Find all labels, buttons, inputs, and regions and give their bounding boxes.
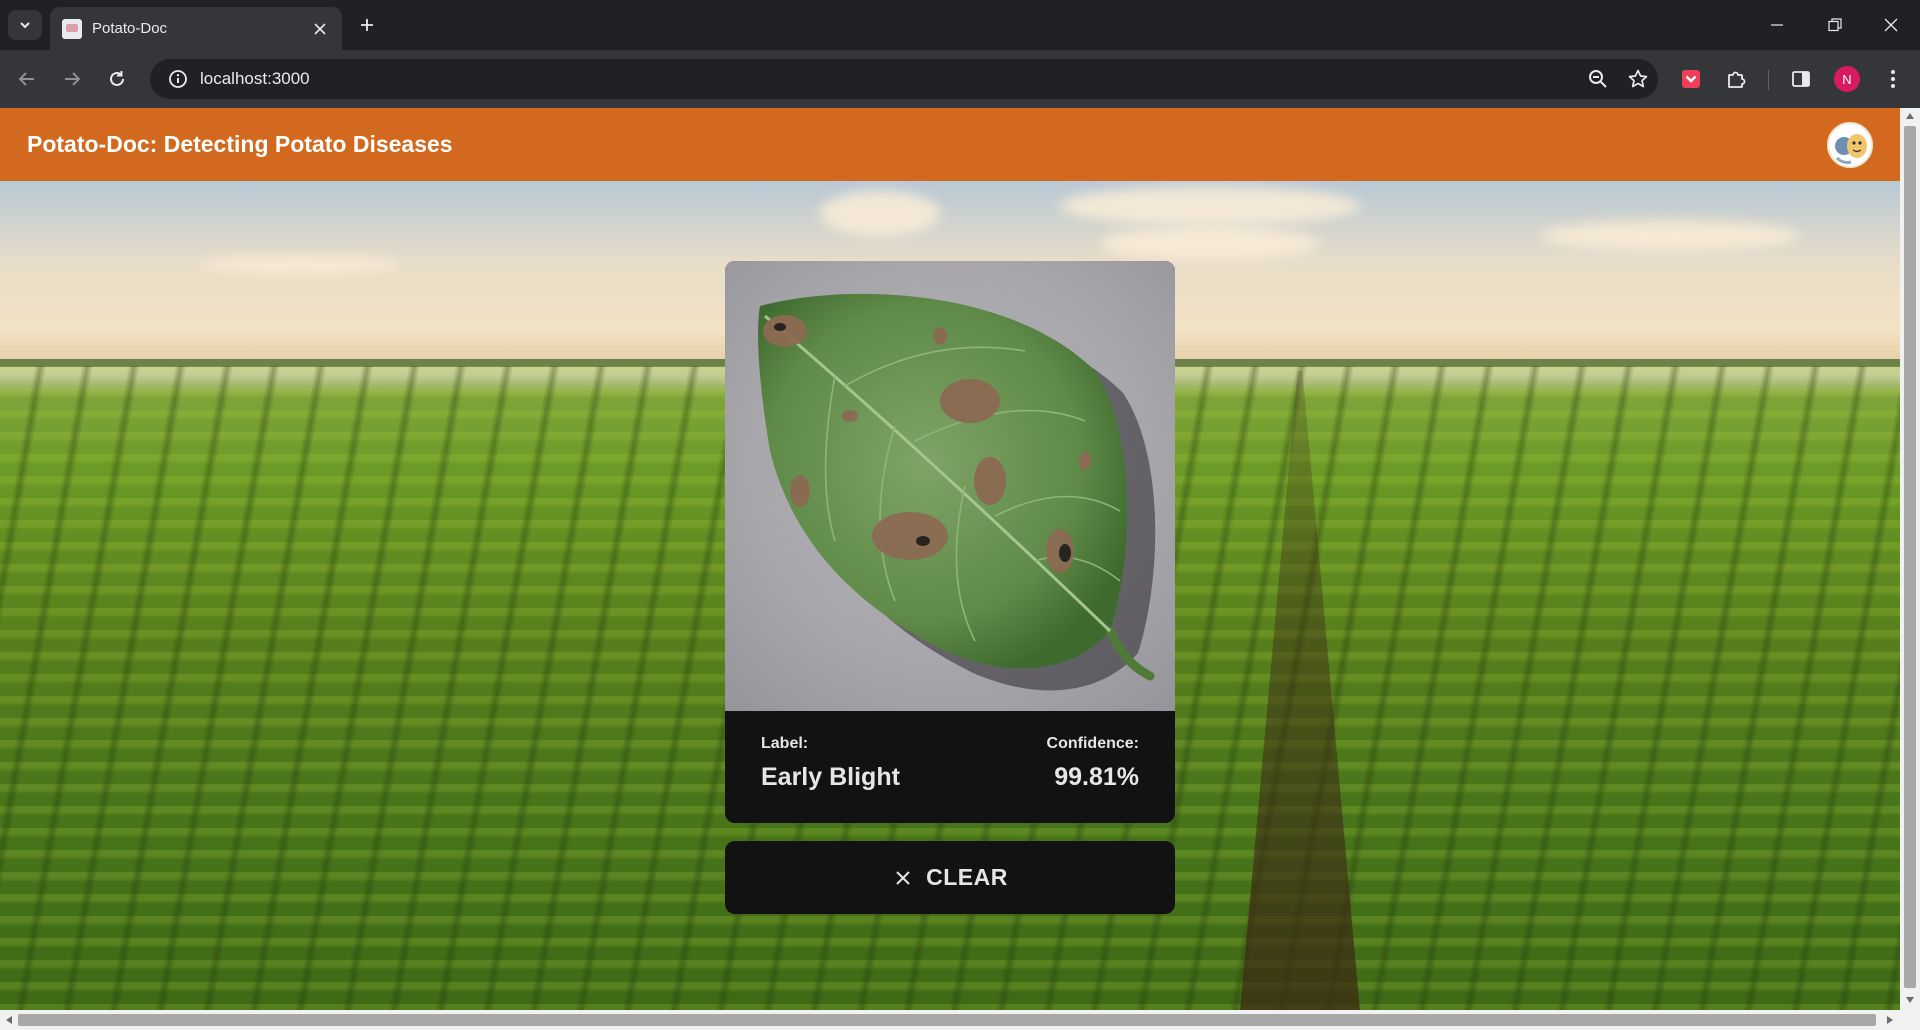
pocket-extension-button[interactable] — [1674, 62, 1708, 96]
new-tab-button[interactable] — [352, 10, 382, 40]
scroll-left-arrow-icon[interactable] — [5, 1015, 13, 1025]
app-logo — [1827, 122, 1873, 168]
page-title: Potato-Doc: Detecting Potato Diseases — [27, 131, 453, 157]
reload-icon — [110, 71, 124, 86]
more-vertical-icon — [1891, 70, 1895, 88]
tab-title: Potato-Doc — [92, 20, 168, 37]
info-icon — [169, 70, 187, 88]
confidence-column: Confidence: 99.81% — [1047, 735, 1139, 792]
pocket-icon — [1682, 70, 1700, 88]
browser-toolbar: localhost:3000 N — [0, 50, 1920, 108]
toolbar-separator — [1768, 70, 1769, 90]
vertical-scrollbar[interactable] — [1900, 108, 1920, 1010]
horizontal-scrollbar[interactable] — [0, 1010, 1920, 1030]
close-icon — [314, 22, 326, 35]
back-button[interactable] — [10, 62, 44, 96]
clear-button-label: CLEAR — [926, 864, 1008, 890]
browser-tab[interactable]: Potato-Doc — [50, 7, 342, 50]
puzzle-icon — [1728, 71, 1746, 88]
confidence-value: 99.81% — [1054, 763, 1139, 791]
reload-button[interactable] — [100, 62, 134, 96]
cloud — [820, 191, 940, 236]
extensions-button[interactable] — [1719, 62, 1753, 96]
page-viewport: Potato-Doc: Detecting Potato Diseases La… — [0, 108, 1900, 1010]
zoom-button[interactable] — [1578, 59, 1618, 99]
address-bar[interactable]: localhost:3000 — [150, 59, 1658, 99]
tab-close-button[interactable] — [306, 15, 334, 43]
uploaded-leaf-image — [725, 261, 1175, 711]
window-close-button[interactable] — [1862, 0, 1920, 50]
scroll-up-arrow-icon[interactable] — [1905, 112, 1915, 120]
plus-icon — [361, 19, 373, 31]
scroll-down-arrow-icon[interactable] — [1905, 996, 1915, 1004]
potato-leaf-image — [758, 293, 1156, 691]
restore-icon — [1828, 18, 1842, 32]
browser-menu-button[interactable] — [1876, 62, 1910, 96]
horizontal-scroll-thumb[interactable] — [18, 1014, 1876, 1026]
cloud — [1540, 221, 1800, 251]
cloud — [200, 256, 400, 274]
potato-mascot-icon — [1829, 124, 1871, 166]
side-panel-button[interactable] — [1784, 62, 1818, 96]
close-icon — [892, 867, 914, 889]
site-info-button[interactable] — [158, 59, 198, 99]
cloud — [1060, 186, 1360, 226]
side-panel-icon — [1792, 71, 1810, 87]
app-header: Potato-Doc: Detecting Potato Diseases — [0, 108, 1900, 181]
minimize-button[interactable] — [1748, 0, 1806, 50]
restore-button[interactable] — [1806, 0, 1864, 50]
chevron-down-icon — [20, 22, 30, 29]
scroll-right-arrow-icon[interactable] — [1886, 1015, 1894, 1025]
cloud — [1100, 226, 1320, 261]
forward-button[interactable] — [55, 62, 89, 96]
label-heading: Label: — [761, 735, 809, 752]
prediction-card: Label: Early Blight Confidence: 99.81% — [725, 261, 1175, 823]
confidence-heading: Confidence: — [1046, 735, 1139, 752]
zoom-out-icon — [1589, 70, 1607, 88]
close-icon — [1884, 18, 1898, 32]
avatar: N — [1834, 66, 1860, 92]
browser-tabstrip: Potato-Doc — [0, 0, 1920, 50]
vertical-scroll-thumb[interactable] — [1904, 126, 1916, 988]
arrow-left-icon — [18, 72, 34, 86]
tab-search-button[interactable] — [8, 10, 42, 40]
page-favicon-icon — [62, 18, 82, 39]
clear-button[interactable]: CLEAR — [725, 841, 1175, 914]
bookmark-button[interactable] — [1618, 59, 1658, 99]
minimize-icon — [1771, 24, 1783, 26]
profile-button[interactable]: N — [1830, 62, 1864, 96]
prediction-result: Label: Early Blight Confidence: 99.81% — [725, 711, 1175, 823]
arrow-right-icon — [65, 72, 81, 86]
url-text: localhost:3000 — [200, 69, 310, 88]
star-icon — [1628, 69, 1648, 88]
label-column: Label: Early Blight — [761, 735, 900, 792]
disease-label: Early Blight — [761, 763, 900, 791]
